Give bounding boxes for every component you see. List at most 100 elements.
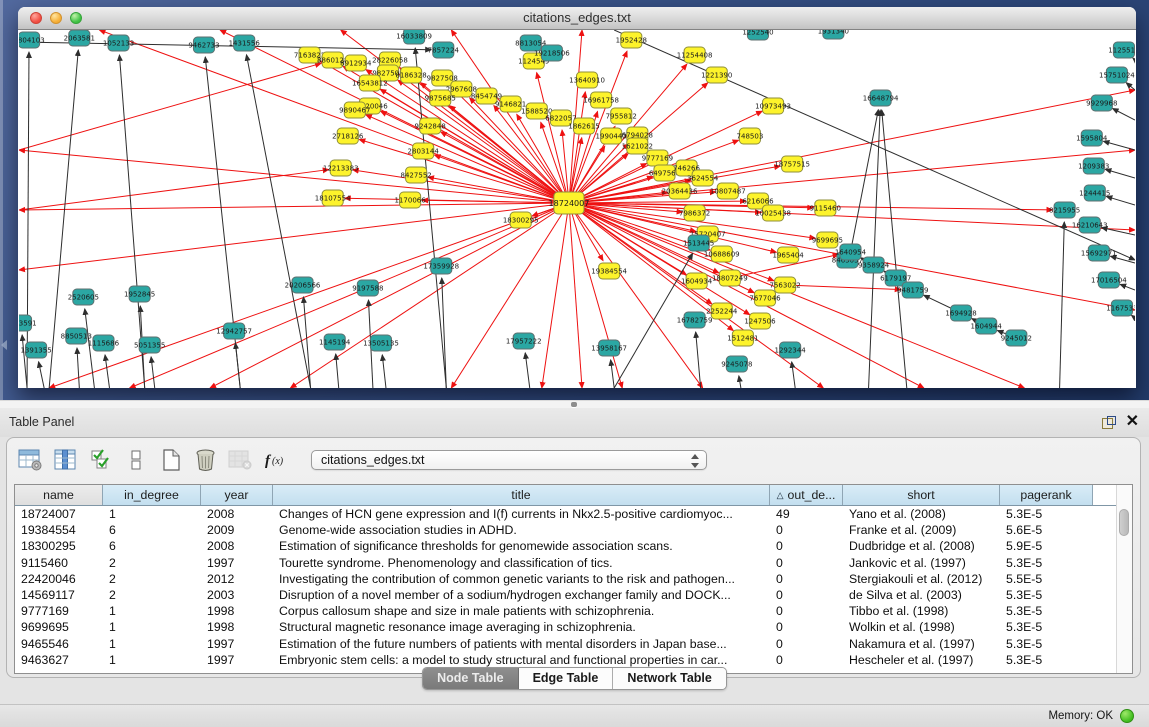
collapsed-panel-handle-icon[interactable] — [1, 340, 7, 350]
table-row[interactable]: 1830029562008Estimation of significance … — [15, 538, 1117, 554]
table-cell[interactable]: Hescheler et al. (1997) — [843, 653, 1000, 667]
table-row[interactable]: 1938455462009Genome-wide association stu… — [15, 522, 1117, 538]
splitter-handle-icon[interactable] — [571, 402, 577, 407]
table-cell[interactable]: 0 — [770, 637, 843, 651]
close-window-button[interactable] — [30, 12, 42, 24]
table-cell[interactable]: Structural magnetic resonance image aver… — [273, 620, 770, 634]
select-all-icon[interactable] — [87, 447, 114, 473]
table-cell[interactable]: 9463627 — [15, 653, 103, 667]
minimize-window-button[interactable] — [50, 12, 62, 24]
table-cell[interactable]: 1997 — [201, 556, 273, 570]
table-cell[interactable]: 1 — [103, 604, 201, 618]
table-row[interactable]: 977716911998Corpus callosum shape and si… — [15, 603, 1117, 619]
table-cell[interactable]: 0 — [770, 539, 843, 553]
table-cell[interactable]: 1 — [103, 637, 201, 651]
table-cell[interactable]: 14569117 — [15, 588, 103, 602]
column-header-out-de-[interactable]: △out_de... — [770, 485, 843, 505]
table-cell[interactable]: Embryonic stem cells: a model to study s… — [273, 653, 770, 667]
table-cell[interactable]: Changes of HCN gene expression and I(f) … — [273, 507, 770, 521]
table-cell[interactable]: 9699695 — [15, 620, 103, 634]
table-cell[interactable]: 5.9E-5 — [1000, 539, 1093, 553]
float-panel-icon[interactable] — [1102, 416, 1116, 429]
table-cell[interactable]: 0 — [770, 556, 843, 570]
table-cell[interactable]: 5.3E-5 — [1000, 653, 1093, 667]
table-cell[interactable]: 5.5E-5 — [1000, 572, 1093, 586]
table-cell[interactable]: 9465546 — [15, 637, 103, 651]
table-cell[interactable]: 0 — [770, 523, 843, 537]
table-cell[interactable]: 6 — [103, 539, 201, 553]
vertical-scrollbar[interactable] — [1116, 485, 1132, 673]
table-cell[interactable]: 2 — [103, 588, 201, 602]
delete-table-icon[interactable] — [192, 447, 219, 473]
table-cell[interactable]: 2012 — [201, 572, 273, 586]
table-cell[interactable]: 0 — [770, 588, 843, 602]
zoom-window-button[interactable] — [70, 12, 82, 24]
table-cell[interactable]: Jankovic et al. (1997) — [843, 556, 1000, 570]
table-cell[interactable]: 0 — [770, 653, 843, 667]
table-cell[interactable]: 2003 — [201, 588, 273, 602]
table-cell[interactable]: Franke et al. (2009) — [843, 523, 1000, 537]
column-header-year[interactable]: year — [201, 485, 273, 505]
table-cell[interactable]: Disruption of a novel member of a sodium… — [273, 588, 770, 602]
column-header-short[interactable]: short — [843, 485, 1000, 505]
column-header-in-degree[interactable]: in_degree — [103, 485, 201, 505]
table-cell[interactable]: 2 — [103, 572, 201, 586]
table-cell[interactable]: Wolkin et al. (1998) — [843, 620, 1000, 634]
column-header-pagerank[interactable]: pagerank — [1000, 485, 1093, 505]
table-cell[interactable]: 2008 — [201, 539, 273, 553]
table-cell[interactable]: 1998 — [201, 620, 273, 634]
table-cell[interactable]: Investigating the contribution of common… — [273, 572, 770, 586]
table-cell[interactable]: 49 — [770, 507, 843, 521]
table-cell[interactable]: 1 — [103, 507, 201, 521]
table-cell[interactable]: 1997 — [201, 653, 273, 667]
table-row[interactable]: 1872400712008Changes of HCN gene express… — [15, 506, 1117, 522]
table-cell[interactable]: Yano et al. (2008) — [843, 507, 1000, 521]
table-cell[interactable]: 22420046 — [15, 572, 103, 586]
tab-node-table[interactable]: Node Table — [423, 668, 518, 689]
table-cell[interactable]: 1 — [103, 620, 201, 634]
table-cell[interactable]: 6 — [103, 523, 201, 537]
table-cell[interactable]: Tourette syndrome. Phenomenology and cla… — [273, 556, 770, 570]
close-panel-icon[interactable]: ✕ — [1126, 412, 1139, 432]
table-row[interactable]: 911546021997Tourette syndrome. Phenomeno… — [15, 555, 1117, 571]
table-cell[interactable]: 5.3E-5 — [1000, 620, 1093, 634]
network-canvas[interactable]: 1872400771638228860128891293428226058982… — [19, 30, 1135, 388]
table-selector-dropdown[interactable]: citations_edges.txt — [311, 450, 707, 470]
table-cell[interactable]: Estimation of significance thresholds fo… — [273, 539, 770, 553]
table-row[interactable]: 2242004622012Investigating the contribut… — [15, 571, 1117, 587]
table-cell[interactable]: 5.3E-5 — [1000, 507, 1093, 521]
table-cell[interactable]: Tibbo et al. (1998) — [843, 604, 1000, 618]
table-cell[interactable]: Nakamura et al. (1997) — [843, 637, 1000, 651]
table-cell[interactable]: 5.3E-5 — [1000, 604, 1093, 618]
table-cell[interactable]: 5.6E-5 — [1000, 523, 1093, 537]
table-cell[interactable]: Corpus callosum shape and size in male p… — [273, 604, 770, 618]
table-settings-icon[interactable] — [17, 447, 44, 473]
table-row[interactable]: 946362711997Embryonic stem cells: a mode… — [15, 652, 1117, 668]
network-window-titlebar[interactable]: citations_edges.txt — [18, 7, 1136, 30]
table-cell[interactable]: de Silva et al. (2003) — [843, 588, 1000, 602]
table-cell[interactable]: Dudbridge et al. (2008) — [843, 539, 1000, 553]
table-row[interactable]: 946554611997Estimation of the future num… — [15, 636, 1117, 652]
table-cell[interactable]: 5.3E-5 — [1000, 637, 1093, 651]
table-cell[interactable]: 9115460 — [15, 556, 103, 570]
table-row[interactable]: 969969511998Structural magnetic resonanc… — [15, 619, 1117, 635]
tab-network-table[interactable]: Network Table — [613, 668, 726, 689]
column-header-title[interactable]: title — [273, 485, 770, 505]
table-cell[interactable]: 1997 — [201, 637, 273, 651]
table-cell[interactable]: 0 — [770, 620, 843, 634]
table-cell[interactable]: 1 — [103, 653, 201, 667]
table-cell[interactable]: 2009 — [201, 523, 273, 537]
table-cell[interactable]: 2008 — [201, 507, 273, 521]
table-row[interactable]: 1456911722003Disruption of a novel membe… — [15, 587, 1117, 603]
table-cell[interactable]: 5.3E-5 — [1000, 556, 1093, 570]
tab-edge-table[interactable]: Edge Table — [519, 668, 614, 689]
column-header-name[interactable]: name — [15, 485, 103, 505]
table-cell[interactable]: 1998 — [201, 604, 273, 618]
table-cell[interactable]: 9777169 — [15, 604, 103, 618]
function-builder-icon[interactable]: f(x) — [262, 447, 289, 473]
table-cell[interactable]: Genome-wide association studies in ADHD. — [273, 523, 770, 537]
table-cell[interactable]: Stergiakouli et al. (2012) — [843, 572, 1000, 586]
table-cell[interactable]: 5.3E-5 — [1000, 588, 1093, 602]
table-cell[interactable]: 18724007 — [15, 507, 103, 521]
table-cell[interactable]: 18300295 — [15, 539, 103, 553]
